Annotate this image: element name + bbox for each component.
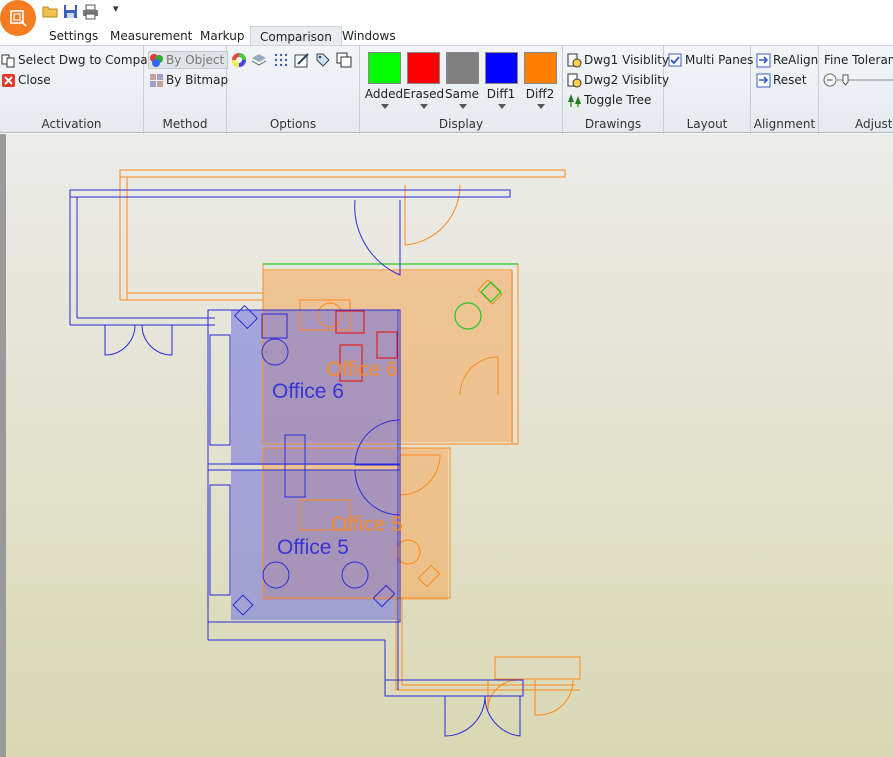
app-menu-button[interactable] [0,0,36,36]
office-6-dwg2-label: Office 6 [326,358,398,381]
drawing-canvas[interactable]: Office 6 Office 6 Office 5 Office 5 [0,134,893,757]
app-logo-icon [10,10,27,27]
office-5-dwg2-label: Office 5 [331,513,403,536]
floor-plan-overlay: Office 6 Office 6 Office 5 Office 5 [69,169,581,737]
office-6-dwg1-label: Office 6 [272,380,344,403]
office-5-dwg1-label: Office 5 [277,536,349,559]
